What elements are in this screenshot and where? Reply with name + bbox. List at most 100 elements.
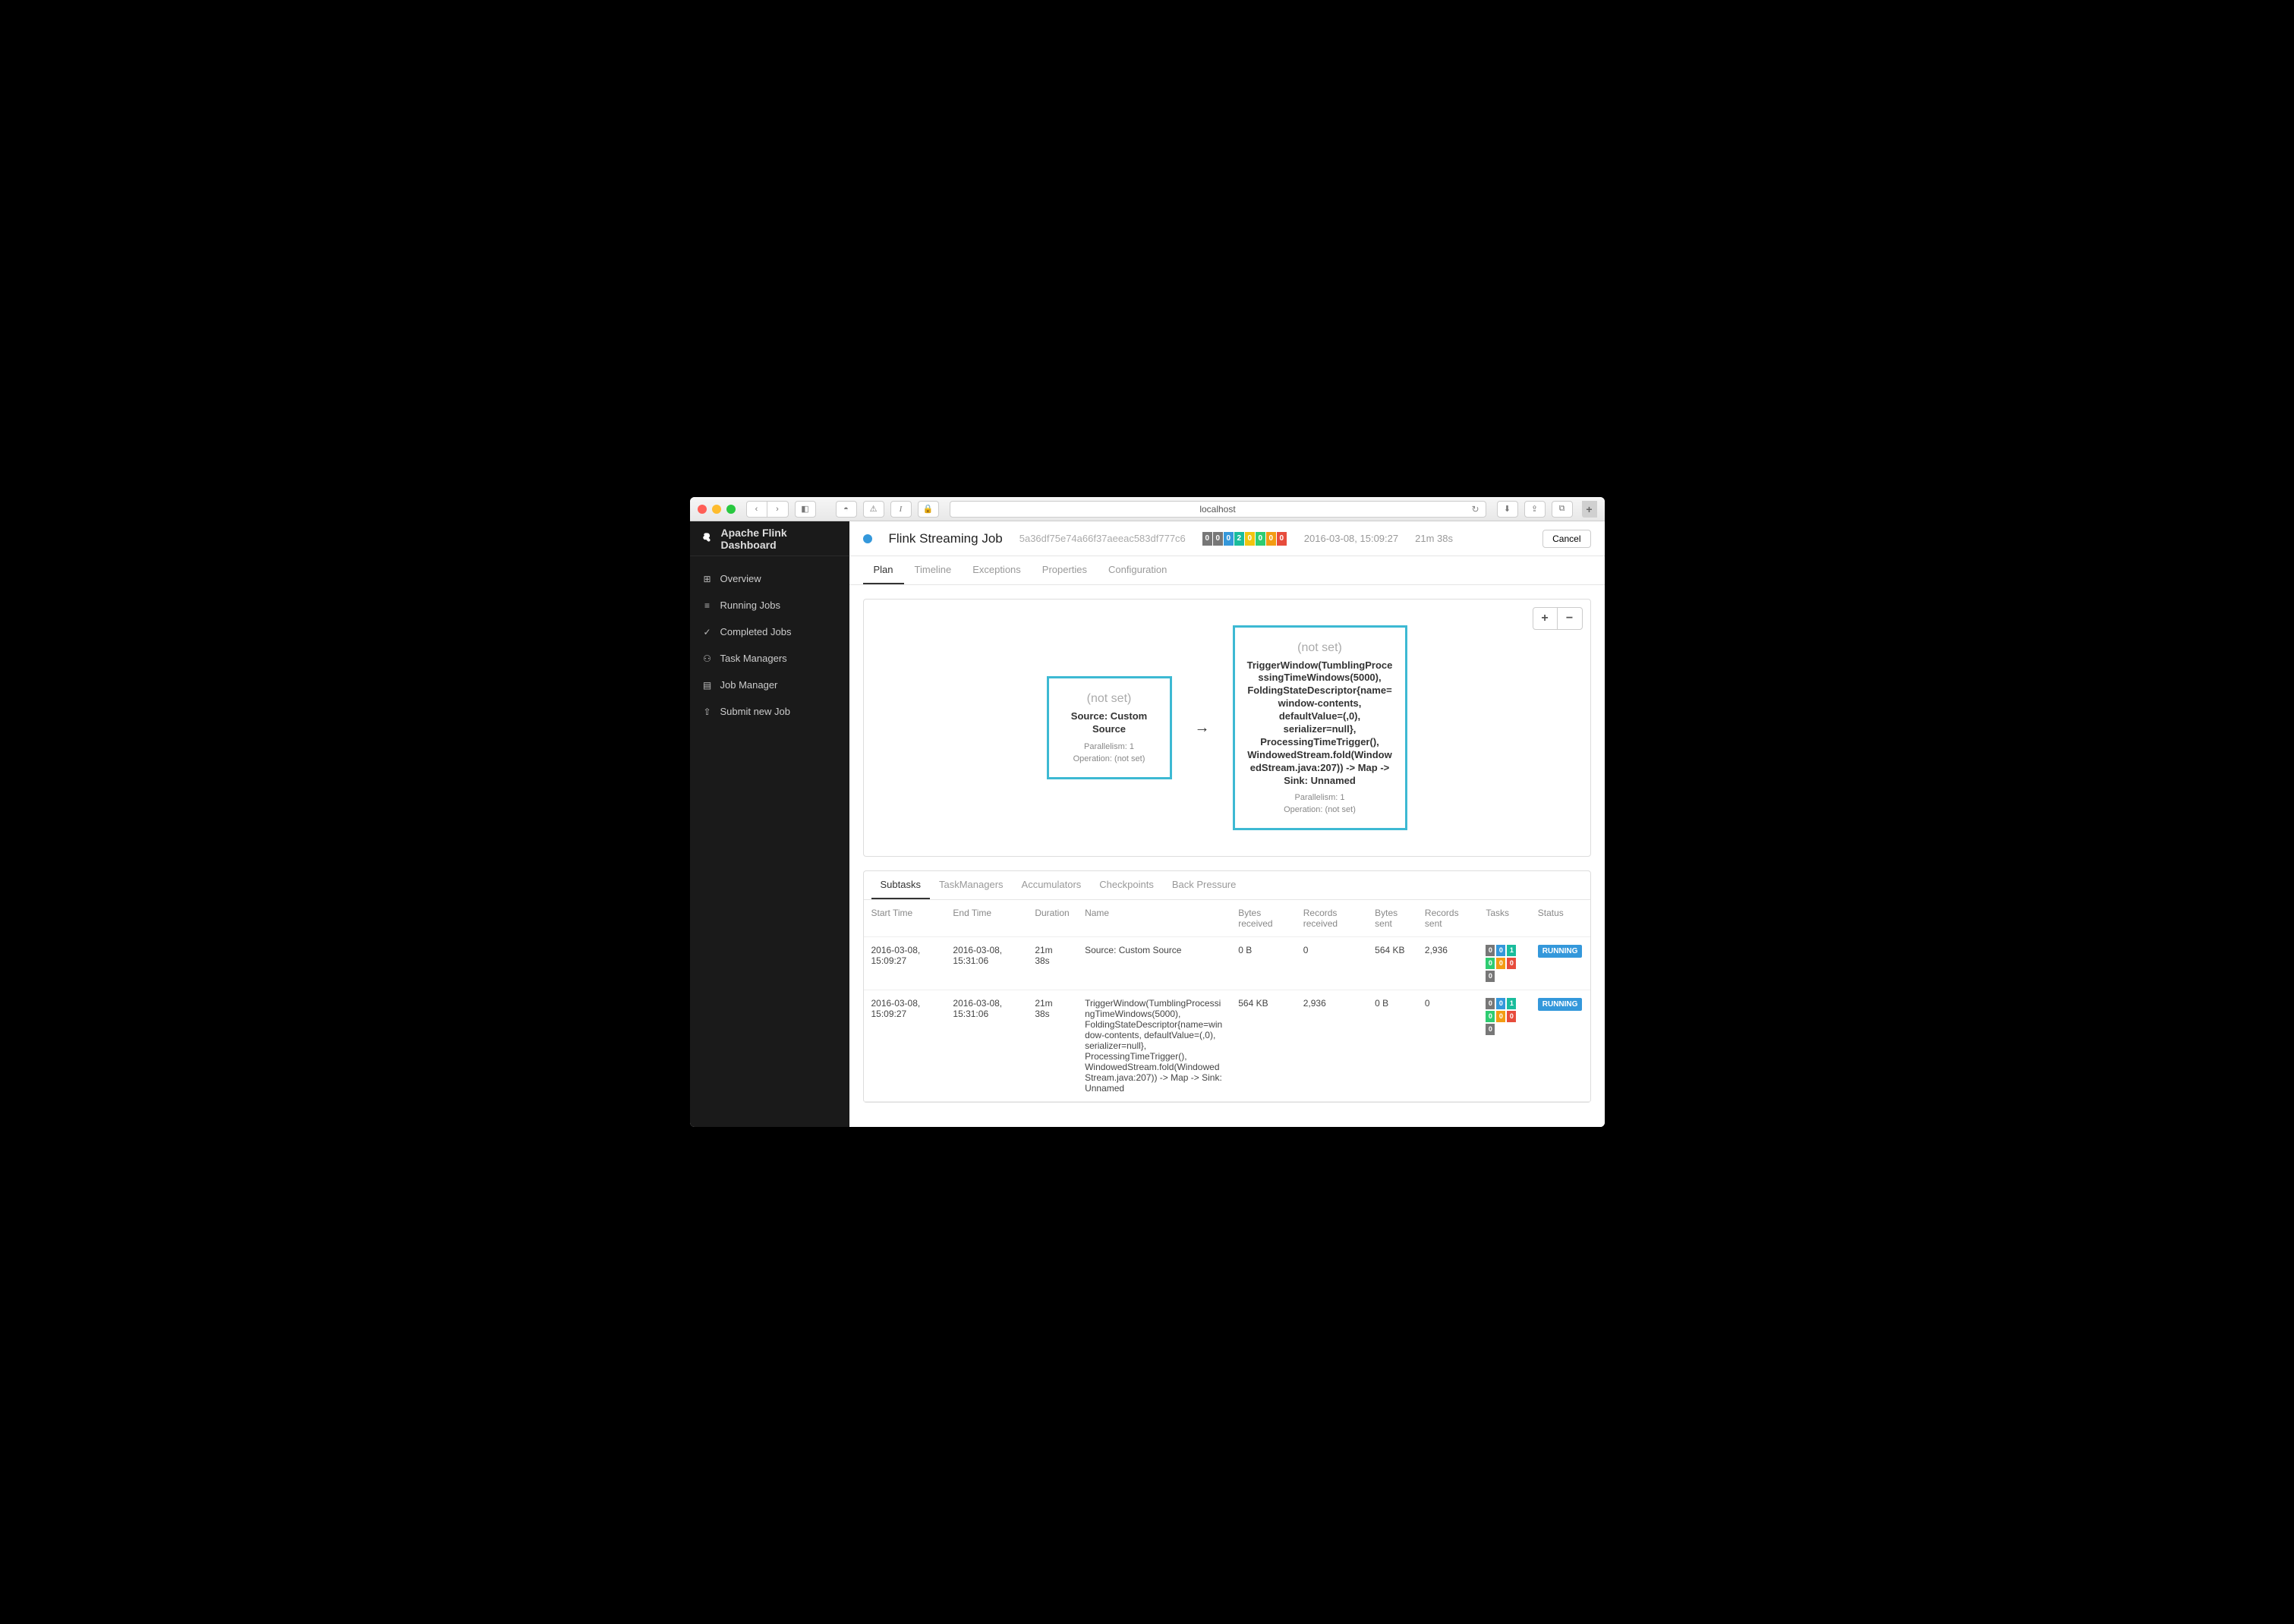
- window-minimize-button[interactable]: [712, 505, 721, 514]
- cell-records-sent: 0: [1417, 990, 1478, 1102]
- subtab-taskmanagers[interactable]: TaskManagers: [930, 871, 1013, 899]
- job-id: 5a36df75e74a66f37aeeac583df777c6: [1019, 533, 1186, 544]
- reload-icon[interactable]: ↻: [1471, 504, 1479, 515]
- status-dot-icon: [863, 534, 872, 543]
- shield-icon: ◓: [843, 505, 849, 514]
- tab-properties[interactable]: Properties: [1032, 556, 1098, 584]
- sidebar-item-running-jobs[interactable]: ≡ Running Jobs: [690, 592, 849, 618]
- sidebar-item-completed-jobs[interactable]: ✓ Completed Jobs: [690, 618, 849, 645]
- window-close-button[interactable]: [698, 505, 707, 514]
- node-subtitle: (not set): [1060, 692, 1159, 706]
- cell-end: 2016-03-08, 15:31:06: [945, 937, 1027, 990]
- node-title: Source: Custom Source: [1060, 710, 1159, 736]
- subtab-checkpoints[interactable]: Checkpoints: [1090, 871, 1163, 899]
- task-badge: 0: [1496, 1011, 1505, 1022]
- cell-status: RUNNING: [1530, 937, 1590, 990]
- counter-badge: 2: [1234, 532, 1244, 546]
- plan-graph-panel: + − (not set) Source: Custom Source Para…: [863, 599, 1591, 857]
- col-end-time[interactable]: End Time: [945, 900, 1027, 937]
- subtask-table: Start Time End Time Duration Name Bytes …: [864, 900, 1590, 1102]
- task-badge: 0: [1486, 945, 1495, 956]
- cancel-button[interactable]: Cancel: [1542, 530, 1590, 548]
- sidebar-item-label: Overview: [720, 573, 761, 584]
- window-zoom-button[interactable]: [726, 505, 736, 514]
- sidebar: Apache Flink Dashboard ⊞ Overview ≡ Runn…: [690, 521, 849, 1127]
- col-duration[interactable]: Duration: [1027, 900, 1077, 937]
- table-row[interactable]: 2016-03-08, 15:09:27 2016-03-08, 15:31:0…: [864, 990, 1590, 1102]
- task-badge: 0: [1496, 998, 1505, 1009]
- cell-start: 2016-03-08, 15:09:27: [864, 937, 946, 990]
- counter-badge: 0: [1266, 532, 1276, 546]
- plan-node-source[interactable]: (not set) Source: Custom Source Parallel…: [1047, 676, 1172, 779]
- table-row[interactable]: 2016-03-08, 15:09:27 2016-03-08, 15:31:0…: [864, 937, 1590, 990]
- info-button[interactable]: I: [890, 501, 912, 518]
- col-status[interactable]: Status: [1530, 900, 1590, 937]
- plan-graph[interactable]: (not set) Source: Custom Source Parallel…: [864, 600, 1590, 856]
- subtask-panel: Subtasks TaskManagers Accumulators Check…: [863, 870, 1591, 1103]
- share-icon: ⇪: [1531, 504, 1538, 514]
- counter-badge: 0: [1256, 532, 1265, 546]
- task-badge: 0: [1486, 1024, 1495, 1035]
- cell-tasks: 0 0 1 0 0 0 0: [1478, 990, 1530, 1102]
- col-start-time[interactable]: Start Time: [864, 900, 946, 937]
- cell-bytes-sent: 0 B: [1367, 990, 1417, 1102]
- cell-records-sent: 2,936: [1417, 937, 1478, 990]
- task-badge: 0: [1486, 1011, 1495, 1022]
- downloads-button[interactable]: ⬇: [1497, 501, 1518, 518]
- col-tasks[interactable]: Tasks: [1478, 900, 1530, 937]
- sidebar-item-task-managers[interactable]: ⚇ Task Managers: [690, 645, 849, 672]
- sidebar-item-job-manager[interactable]: ▤ Job Manager: [690, 672, 849, 698]
- subtab-subtasks[interactable]: Subtasks: [871, 871, 930, 899]
- cell-bytes-sent: 564 KB: [1367, 937, 1417, 990]
- task-badge: 0: [1496, 945, 1505, 956]
- col-name[interactable]: Name: [1077, 900, 1231, 937]
- col-bytes-sent[interactable]: Bytes sent: [1367, 900, 1417, 937]
- sidebar-item-submit-job[interactable]: ⇧ Submit new Job: [690, 698, 849, 725]
- tabs-button[interactable]: ⧉: [1552, 501, 1573, 518]
- task-badge: 0: [1507, 958, 1516, 969]
- job-timestamp: 2016-03-08, 15:09:27: [1304, 533, 1398, 544]
- tab-timeline[interactable]: Timeline: [904, 556, 963, 584]
- new-tab-button[interactable]: +: [1582, 501, 1597, 518]
- task-counters: 0 0 0 2 0 0 0 0: [1202, 532, 1287, 546]
- warning-button[interactable]: ⚠: [863, 501, 884, 518]
- lock-button[interactable]: 🔒: [918, 501, 939, 518]
- node-operation: Operation: (not set): [1060, 754, 1159, 763]
- share-button[interactable]: ⇪: [1524, 501, 1546, 518]
- check-icon: ✓: [702, 627, 713, 637]
- upload-icon: ⇧: [702, 707, 713, 717]
- sidebar-toggle-button[interactable]: ◧: [795, 501, 816, 518]
- download-icon: ⬇: [1504, 504, 1511, 514]
- col-bytes-received[interactable]: Bytes received: [1231, 900, 1296, 937]
- warning-icon: ⚠: [870, 504, 878, 514]
- task-badge: 0: [1496, 958, 1505, 969]
- nav-back-button[interactable]: ‹: [746, 501, 767, 518]
- tab-exceptions[interactable]: Exceptions: [962, 556, 1032, 584]
- subtab-accumulators[interactable]: Accumulators: [1013, 871, 1091, 899]
- privacy-button[interactable]: ◓: [836, 501, 857, 518]
- task-badge: 1: [1507, 998, 1516, 1009]
- cell-bytes-recv: 564 KB: [1231, 990, 1296, 1102]
- counter-badge: 0: [1245, 532, 1255, 546]
- tab-configuration[interactable]: Configuration: [1098, 556, 1177, 584]
- nav-forward-button[interactable]: ›: [767, 501, 789, 518]
- job-tabs: Plan Timeline Exceptions Properties Conf…: [849, 556, 1605, 585]
- cell-status: RUNNING: [1530, 990, 1590, 1102]
- arrow-icon: →: [1195, 719, 1210, 737]
- address-bar[interactable]: localhost ↻: [950, 501, 1486, 518]
- sidebar-item-label: Running Jobs: [720, 600, 781, 611]
- task-badge: 0: [1486, 971, 1495, 982]
- list-icon: ≡: [702, 600, 713, 611]
- browser-toolbar: ‹ › ◧ ◓ ⚠ I 🔒 localhost ↻ ⬇ ⇪ ⧉ +: [690, 497, 1605, 521]
- sidebar-item-overview[interactable]: ⊞ Overview: [690, 565, 849, 592]
- cell-records-recv: 0: [1296, 937, 1367, 990]
- tab-plan[interactable]: Plan: [863, 556, 904, 584]
- cell-name: Source: Custom Source: [1077, 937, 1231, 990]
- col-records-received[interactable]: Records received: [1296, 900, 1367, 937]
- col-records-sent[interactable]: Records sent: [1417, 900, 1478, 937]
- plan-node-window[interactable]: (not set) TriggerWindow(TumblingProcessi…: [1233, 625, 1407, 831]
- node-operation: Operation: (not set): [1246, 805, 1394, 814]
- app-title: Apache Flink Dashboard: [721, 527, 839, 551]
- subtab-backpressure[interactable]: Back Pressure: [1163, 871, 1246, 899]
- lock-icon: 🔒: [923, 504, 934, 514]
